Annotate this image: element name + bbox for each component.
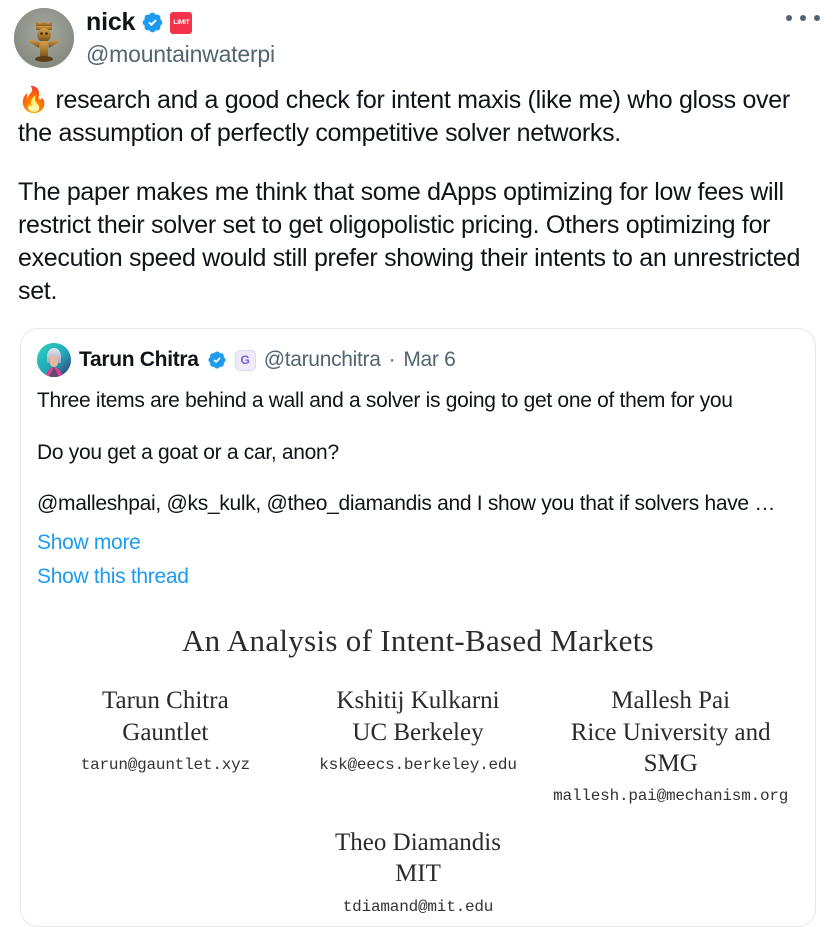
quoted-tweet-text: Three items are behind a wall and a solv… xyxy=(21,377,815,518)
paper-author-affiliation: MIT xyxy=(395,860,441,888)
paper-author-name: Mallesh Pai xyxy=(611,687,731,715)
quoted-tweet-links: Show more Show this thread xyxy=(21,518,815,605)
paper-title: An Analysis of Intent-Based Markets xyxy=(182,623,654,659)
paper-author-email: mallesh.pai@mechanism.org xyxy=(553,787,789,806)
paper-author-name: Kshitij Kulkarni xyxy=(336,687,500,715)
paper-author: Theo Diamandis MIT tdiamand@mit.edu xyxy=(31,827,805,916)
tweet-text: 🔥 research and a good check for intent m… xyxy=(0,68,834,308)
tweet-container: nick LIMIT @mountainwaterpi 🔥 research a… xyxy=(0,0,834,927)
paper-author-email: tdiamand@mit.edu xyxy=(342,897,494,916)
quoted-affiliate-badge-label: G xyxy=(240,353,250,367)
verified-badge-icon xyxy=(141,11,164,34)
quoted-handle[interactable]: @tarunchitra xyxy=(264,348,381,372)
paper-author-name: Tarun Chitra xyxy=(101,687,229,715)
avatar-image xyxy=(14,8,74,68)
quoted-paragraph: Do you get a goat or a car, anon? xyxy=(37,440,339,464)
tweet-paragraph: 🔥 research and a good check for intent m… xyxy=(18,86,790,147)
author-handle[interactable]: @mountainwaterpi xyxy=(86,41,275,68)
quoted-affiliate-badge-icon[interactable]: G xyxy=(234,349,256,371)
paper-author: Mallesh Pai Rice University and SMG mall… xyxy=(548,685,793,805)
quoted-tweet-header: Tarun Chitra G @tarunchitra · Mar 6 xyxy=(21,329,815,377)
paper-author-affiliation: Gauntlet xyxy=(122,718,209,746)
quoted-paragraph: @malleshpai, @ks_kulk, @theo_diamandis a… xyxy=(37,492,776,516)
quoted-verified-badge-icon xyxy=(207,350,227,370)
author-identity: nick LIMIT @mountainwaterpi xyxy=(86,8,275,68)
embedded-paper-image[interactable]: An Analysis of Intent-Based Markets Taru… xyxy=(21,605,815,926)
quoted-tweet-card[interactable]: Tarun Chitra G @tarunchitra · Mar 6 Thre… xyxy=(20,328,816,927)
paper-author-email: tarun@gauntlet.xyz xyxy=(80,755,250,774)
paper-author-affiliation: UC Berkeley xyxy=(352,718,484,746)
dot-icon xyxy=(800,15,806,21)
quoted-paragraph: Three items are behind a wall and a solv… xyxy=(37,389,733,412)
paper-authors-row: Tarun Chitra Gauntlet tarun@gauntlet.xyz… xyxy=(31,685,805,805)
author-name-row: nick LIMIT xyxy=(86,10,275,35)
affiliate-badge-label: LIMIT xyxy=(173,19,190,26)
author-display-name[interactable]: nick xyxy=(86,10,135,35)
tweet-paragraph: The paper makes me think that some dApps… xyxy=(18,178,801,305)
dot-icon xyxy=(786,15,792,21)
quoted-avatar[interactable] xyxy=(37,343,71,377)
quoted-avatar-image xyxy=(37,343,71,377)
paper-author: Kshitij Kulkarni UC Berkeley ksk@eecs.be… xyxy=(296,685,541,774)
show-this-thread-link[interactable]: Show this thread xyxy=(37,560,799,594)
paper-author-affiliation: Rice University and SMG xyxy=(570,718,771,777)
quoted-display-name[interactable]: Tarun Chitra xyxy=(79,348,199,372)
quoted-date[interactable]: Mar 6 xyxy=(403,348,455,372)
tweet-header: nick LIMIT @mountainwaterpi xyxy=(0,0,834,68)
dot-icon xyxy=(814,15,820,21)
paper-author-name: Theo Diamandis xyxy=(335,829,501,857)
show-more-link[interactable]: Show more xyxy=(37,526,799,560)
paper-author: Tarun Chitra Gauntlet tarun@gauntlet.xyz xyxy=(43,685,288,774)
quoted-separator: · xyxy=(388,348,396,371)
more-options-button[interactable] xyxy=(786,6,820,30)
paper-author-email: ksk@eecs.berkeley.edu xyxy=(319,755,517,774)
avatar[interactable] xyxy=(14,8,74,68)
affiliate-badge-icon[interactable]: LIMIT xyxy=(170,11,193,34)
